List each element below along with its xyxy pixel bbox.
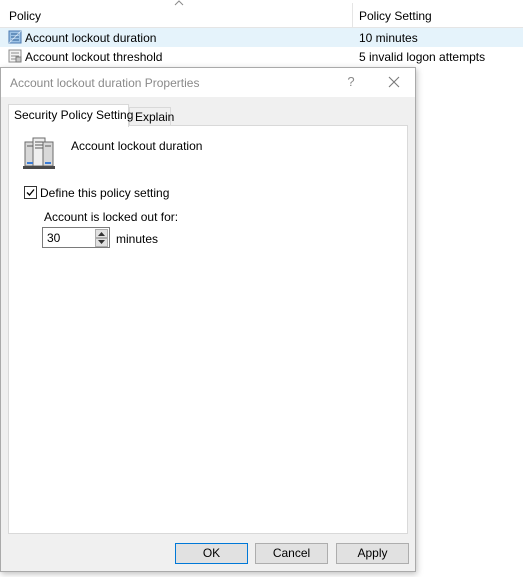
tab-explain[interactable]: Explain bbox=[129, 107, 174, 125]
dialog-titlebar[interactable]: Account lockout duration Properties ? bbox=[1, 68, 415, 97]
tab-security-policy-setting[interactable]: Security Policy Setting bbox=[8, 104, 133, 127]
chevron-down-icon bbox=[98, 240, 105, 244]
checkmark-icon bbox=[26, 189, 35, 196]
sort-ascending-icon bbox=[174, 0, 184, 6]
unit-label: minutes bbox=[116, 232, 159, 246]
spin-down-button[interactable] bbox=[95, 238, 108, 247]
apply-button[interactable]: Apply bbox=[336, 543, 409, 564]
row-policy-value: 5 invalid logon attempts bbox=[359, 50, 486, 64]
help-button[interactable]: ? bbox=[344, 74, 358, 90]
close-icon[interactable] bbox=[387, 74, 401, 90]
list-row-account-lockout-duration[interactable]: Account lockout duration 10 minutes bbox=[0, 28, 523, 47]
dialog-title: Account lockout duration Properties bbox=[10, 76, 200, 90]
column-header-policy-setting[interactable]: Policy Setting bbox=[359, 9, 432, 23]
lockout-duration-label: Account is locked out for: bbox=[44, 210, 179, 224]
column-divider[interactable] bbox=[352, 3, 353, 27]
policy-setting-icon bbox=[8, 30, 22, 44]
ok-button[interactable]: OK bbox=[175, 543, 248, 564]
properties-dialog: Account lockout duration Properties ? Se… bbox=[0, 67, 416, 572]
column-header-policy[interactable]: Policy bbox=[9, 9, 41, 23]
lockout-duration-value[interactable]: 30 bbox=[47, 231, 60, 245]
row-policy-name: Account lockout threshold bbox=[25, 50, 163, 64]
define-policy-label[interactable]: Define this policy setting bbox=[40, 186, 169, 200]
policy-setting-icon bbox=[8, 49, 22, 63]
spin-up-button[interactable] bbox=[95, 229, 108, 238]
chevron-up-icon bbox=[98, 232, 105, 236]
policy-name-label: Account lockout duration bbox=[71, 139, 203, 153]
row-policy-name: Account lockout duration bbox=[25, 31, 157, 45]
list-row-account-lockout-threshold[interactable]: Account lockout threshold 5 invalid logo… bbox=[0, 47, 523, 66]
lockout-duration-spinbox[interactable]: 30 bbox=[42, 227, 110, 248]
list-header: Policy Policy Setting bbox=[0, 0, 523, 28]
row-policy-value: 10 minutes bbox=[359, 31, 418, 45]
server-icon bbox=[23, 137, 55, 169]
cancel-button[interactable]: Cancel bbox=[255, 543, 328, 564]
tab-panel-security-policy-setting: Account lockout duration Define this pol… bbox=[8, 125, 408, 534]
define-policy-checkbox[interactable] bbox=[24, 186, 37, 199]
